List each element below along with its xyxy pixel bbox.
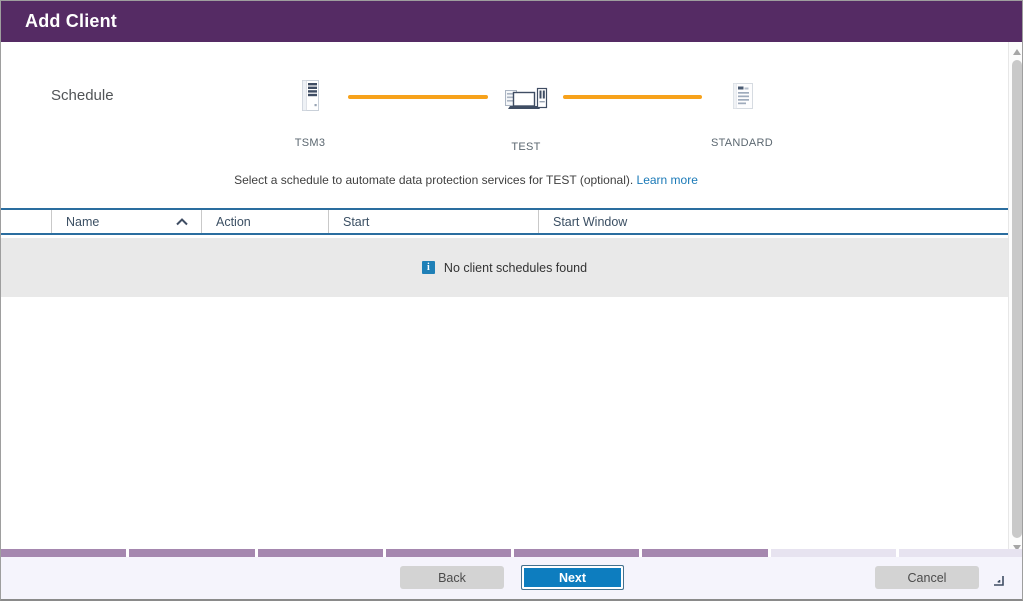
back-button[interactable]: Back: [400, 566, 504, 589]
dialog-footer: Back Next Cancel: [1, 557, 1023, 599]
wizard-node-label-policy: STANDARD: [682, 137, 802, 149]
column-header-start-window-label: Start Window: [553, 215, 627, 229]
wizard-node-label-server: TSM3: [250, 137, 370, 149]
empty-state-message: No client schedules found: [444, 261, 587, 275]
column-header-name-label: Name: [66, 215, 99, 229]
empty-state-row: i No client schedules found: [1, 238, 1008, 297]
wizard-description-text: Select a schedule to automate data prote…: [234, 173, 633, 187]
progress-segment: [514, 549, 639, 557]
progress-segment: [899, 549, 1023, 557]
sort-ascending-icon[interactable]: [175, 215, 189, 229]
next-button[interactable]: Next: [521, 565, 624, 590]
column-header-action[interactable]: Action: [201, 210, 328, 233]
scrollbar-thumb[interactable]: [1012, 60, 1022, 538]
wizard-connector-line: [563, 95, 702, 99]
info-icon: i: [422, 261, 435, 274]
resize-grip-icon[interactable]: [990, 572, 1006, 588]
learn-more-link[interactable]: Learn more: [637, 173, 698, 187]
progress-segment: [1, 549, 126, 557]
column-header-start-label: Start: [343, 215, 369, 229]
wizard-node-label-client: TEST: [466, 141, 586, 153]
dialog-titlebar: Add Client: [1, 1, 1022, 42]
server-icon: [297, 79, 324, 118]
progress-segment: [386, 549, 511, 557]
progress-segment: [771, 549, 896, 557]
add-client-dialog: Add Client Schedule TSM3: [0, 0, 1023, 601]
column-select: [1, 210, 51, 233]
wizard-description: Select a schedule to automate data prote…: [1, 173, 931, 187]
wizard-connector-line: [348, 95, 488, 99]
progress-segment: [129, 549, 254, 557]
column-header-name[interactable]: Name: [51, 210, 201, 233]
vertical-scrollbar[interactable]: [1008, 42, 1023, 558]
scroll-up-arrow-icon[interactable]: [1009, 44, 1023, 60]
progress-segment: [258, 549, 383, 557]
cancel-button[interactable]: Cancel: [875, 566, 979, 589]
wizard-step-label: Schedule: [51, 87, 114, 104]
wizard-progress: [1, 549, 1023, 557]
policy-document-icon: [732, 82, 754, 115]
column-header-start[interactable]: Start: [328, 210, 538, 233]
dialog-title: Add Client: [25, 1, 117, 42]
column-header-start-window[interactable]: Start Window: [538, 210, 1008, 233]
progress-segment: [642, 549, 767, 557]
client-devices-icon: [504, 85, 550, 118]
column-header-action-label: Action: [216, 215, 251, 229]
schedules-table-header: Name Action Start Start Window: [1, 208, 1008, 235]
